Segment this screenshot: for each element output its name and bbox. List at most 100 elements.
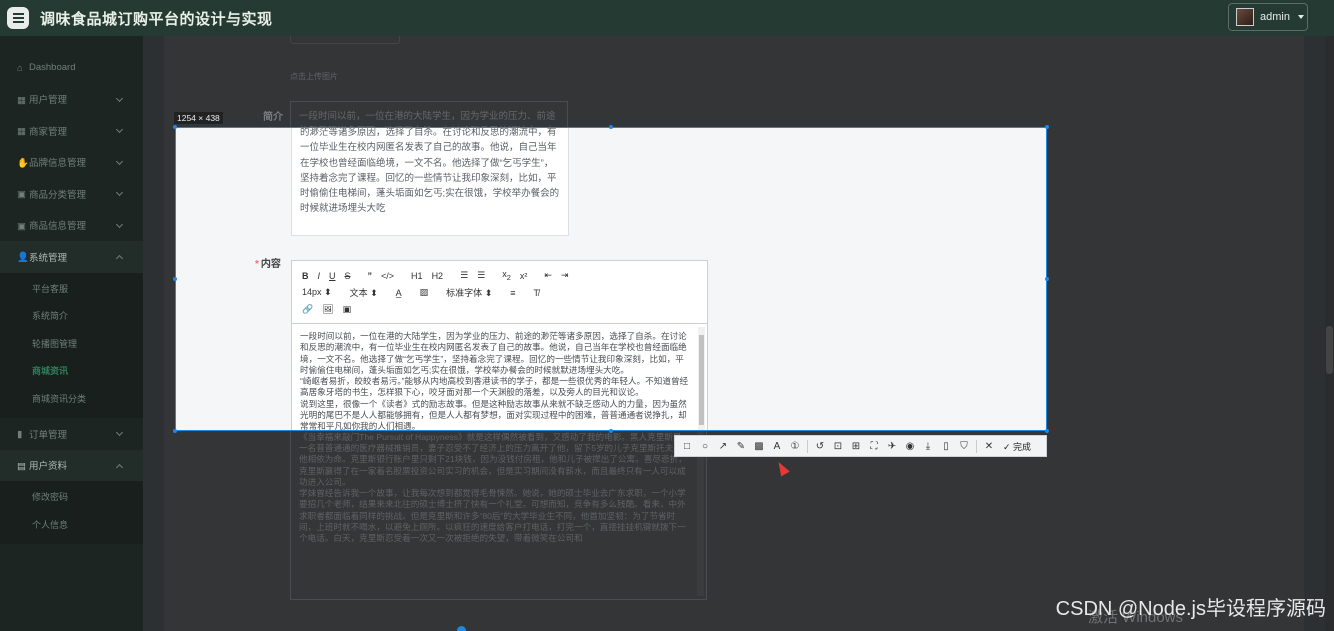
video-icon[interactable]: ▣ [343, 304, 352, 315]
link-icon[interactable]: 🔗 [302, 304, 313, 315]
box-icon: ▣ [17, 189, 26, 201]
selection-size-label: 1254 × 438 [174, 112, 223, 124]
block-type-select[interactable]: 文本 ⬍ [350, 286, 378, 299]
text-icon[interactable]: A [771, 440, 783, 452]
h2-button[interactable]: H2 [432, 271, 444, 281]
profile-submenu: 修改密码 个人信息 [0, 481, 143, 544]
resize-handle[interactable] [609, 125, 613, 129]
done-button[interactable]: ✓ 完成 [1003, 440, 1031, 453]
sidebar-item-label: 用户管理 [29, 95, 68, 107]
sidebar-item-system[interactable]: 👤 系统管理 [0, 241, 143, 273]
indent-left-icon[interactable]: ⇤ [544, 270, 552, 281]
text-color-icon[interactable]: A̲ [396, 288, 402, 298]
intro-textarea[interactable]: 一段时间以前，一位在港的大陆学生，因为学业的压力、前途的渺茫等诸多原因，选择了自… [291, 128, 569, 236]
bold-button[interactable]: B [302, 271, 309, 281]
underline-button[interactable]: U [329, 271, 336, 281]
menu-toggle-button[interactable] [7, 7, 29, 29]
sidebar-subitem-carousel[interactable]: 轮播图管理 [0, 330, 143, 358]
sidebar-item-users[interactable]: ▦ 用户管理 [0, 84, 143, 116]
font-family-select[interactable]: 标准字体 ⬍ [446, 286, 492, 299]
rectangle-icon[interactable]: □ [681, 440, 693, 452]
sidebar-item-merchants[interactable]: ▦ 商家管理 [0, 115, 143, 147]
sidebar-item-dashboard[interactable]: ⌂ Dashboard [0, 52, 143, 84]
page-scrollbar[interactable] [1325, 36, 1334, 631]
sidebar-item-profile[interactable]: ▤ 用户资料 [0, 449, 143, 481]
sidebar-item-label: 品牌信息管理 [29, 158, 87, 170]
bullet-list-icon[interactable]: ☰ [477, 270, 485, 281]
quote-button[interactable]: ” [368, 271, 373, 281]
save-icon[interactable]: ▯ [940, 440, 952, 452]
mosaic-icon[interactable]: ▩ [753, 440, 765, 452]
scrollbar-thumb[interactable] [1326, 326, 1333, 374]
resize-handle[interactable] [173, 277, 177, 281]
sidebar-subitem-change-password[interactable]: 修改密码 [0, 483, 143, 511]
download-icon[interactable]: ⤓ [922, 440, 934, 452]
sidebar-subitem-customer-service[interactable]: 平台客服 [0, 275, 143, 303]
arrow-icon[interactable]: ↗ [717, 440, 729, 452]
resize-handle[interactable] [1045, 429, 1049, 433]
sidebar-subitem-personal-info[interactable]: 个人信息 [0, 511, 143, 539]
font-size-value: 14px [302, 287, 322, 297]
number-icon[interactable]: ① [789, 440, 801, 452]
done-label: 完成 [1013, 441, 1032, 452]
scroll-capture-icon[interactable]: ⛶ [868, 440, 880, 452]
ellipse-icon[interactable]: ○ [699, 440, 711, 452]
subscript-button[interactable]: x2 [502, 269, 511, 282]
intro-label: 简介 [263, 112, 283, 123]
editor-scrollbar-thumb[interactable] [699, 335, 704, 425]
screenshot-selection[interactable]: 点击上传图片 简介 一段时间以前，一位在港的大陆学生，因为学业的压力、前途的渺茫… [175, 127, 1047, 431]
font-size-select[interactable]: 14px ⬍ [302, 287, 332, 298]
sidebar-item-orders[interactable]: ▮ 订单管理 [0, 418, 143, 450]
indent-right-icon[interactable]: ⇥ [561, 270, 569, 281]
sidebar-item-categories[interactable]: ▣ 商品分类管理 [0, 178, 143, 210]
sidebar-subitem-system-intro[interactable]: 系统简介 [0, 302, 143, 330]
sidebar: ⌂ Dashboard ▦ 用户管理 ▦ 商家管理 ✋ 品牌信息管理 ▣ 商品分… [0, 36, 143, 631]
bar-chart-icon: ▮ [17, 429, 23, 441]
ordered-list-icon[interactable]: ☰ [460, 270, 468, 281]
pen-icon[interactable]: ✎ [735, 440, 747, 452]
image-icon[interactable]: 🖼 [322, 304, 333, 315]
bottom-handle[interactable] [457, 626, 466, 631]
resize-handle[interactable] [173, 429, 177, 433]
sidebar-subitem-news-category[interactable]: 商城资讯分类 [0, 385, 143, 413]
divider [807, 439, 808, 453]
editor-toolbar: B I U S ” </> H1 H2 ☰ ☰ x2 x² ⇤ ⇥ 14px ⬍… [292, 261, 707, 324]
italic-button[interactable]: I [318, 271, 321, 281]
align-icon[interactable]: ≡ [510, 288, 515, 298]
undo-icon[interactable]: ↺ [814, 440, 826, 452]
image-upload-box[interactable] [290, 36, 400, 44]
system-submenu: 平台客服 系统简介 轮播图管理 商城资讯 商城资讯分类 [0, 272, 143, 418]
sidebar-item-brands[interactable]: ✋ 品牌信息管理 [0, 147, 143, 179]
sidebar-subitem-news[interactable]: 商城资讯 [0, 357, 143, 385]
hand-icon: ✋ [17, 157, 29, 169]
resize-handle[interactable] [1045, 277, 1049, 281]
sidebar-item-products[interactable]: ▣ 商品信息管理 [0, 210, 143, 242]
resize-handle[interactable] [1045, 125, 1049, 129]
editor-scrollbar[interactable] [698, 327, 705, 430]
content-label-text: 内容 [260, 259, 281, 270]
pin-icon[interactable]: ✈ [886, 440, 898, 452]
ocr-icon[interactable]: ⊡ [832, 440, 844, 452]
chevron-down-icon [115, 428, 124, 437]
sidebar-item-label: 商家管理 [29, 126, 68, 138]
bookmark-icon[interactable]: ⛉ [958, 440, 970, 452]
code-button[interactable]: </> [381, 271, 394, 281]
translate-icon[interactable]: ⊞ [850, 440, 862, 452]
resize-handle[interactable] [173, 125, 177, 129]
editor-paragraph: 学妹曾经告诉我一个故事，让我每次想到都觉得毛骨悚然。她说，她的硕士毕业去广东求职… [299, 488, 686, 544]
strike-button[interactable]: S [345, 271, 351, 281]
resize-handle[interactable] [609, 429, 613, 433]
h1-button[interactable]: H1 [411, 271, 423, 281]
user-dropdown[interactable]: admin [1228, 3, 1308, 31]
superscript-button[interactable]: x² [520, 271, 528, 281]
editor-content[interactable]: 一段时间以前，一位在港的大陆学生，因为学业的压力、前途的渺茫等诸多原因，选择了自… [292, 324, 697, 430]
box-icon: ▣ [17, 220, 26, 232]
rich-text-editor[interactable]: B I U S ” </> H1 H2 ☰ ☰ x2 x² ⇤ ⇥ 14px ⬍… [291, 260, 708, 430]
clear-format-icon[interactable]: T̸ [534, 288, 540, 298]
sidebar-item-label: 用户资料 [29, 461, 68, 473]
chevron-down-icon [115, 220, 124, 228]
record-icon[interactable]: ◉ [904, 440, 916, 452]
selection-preview: 点击上传图片 简介 一段时间以前，一位在港的大陆学生，因为学业的压力、前途的渺茫… [176, 128, 1046, 430]
close-icon[interactable]: ✕ [983, 440, 995, 452]
background-color-icon[interactable]: ▨ [420, 287, 429, 298]
